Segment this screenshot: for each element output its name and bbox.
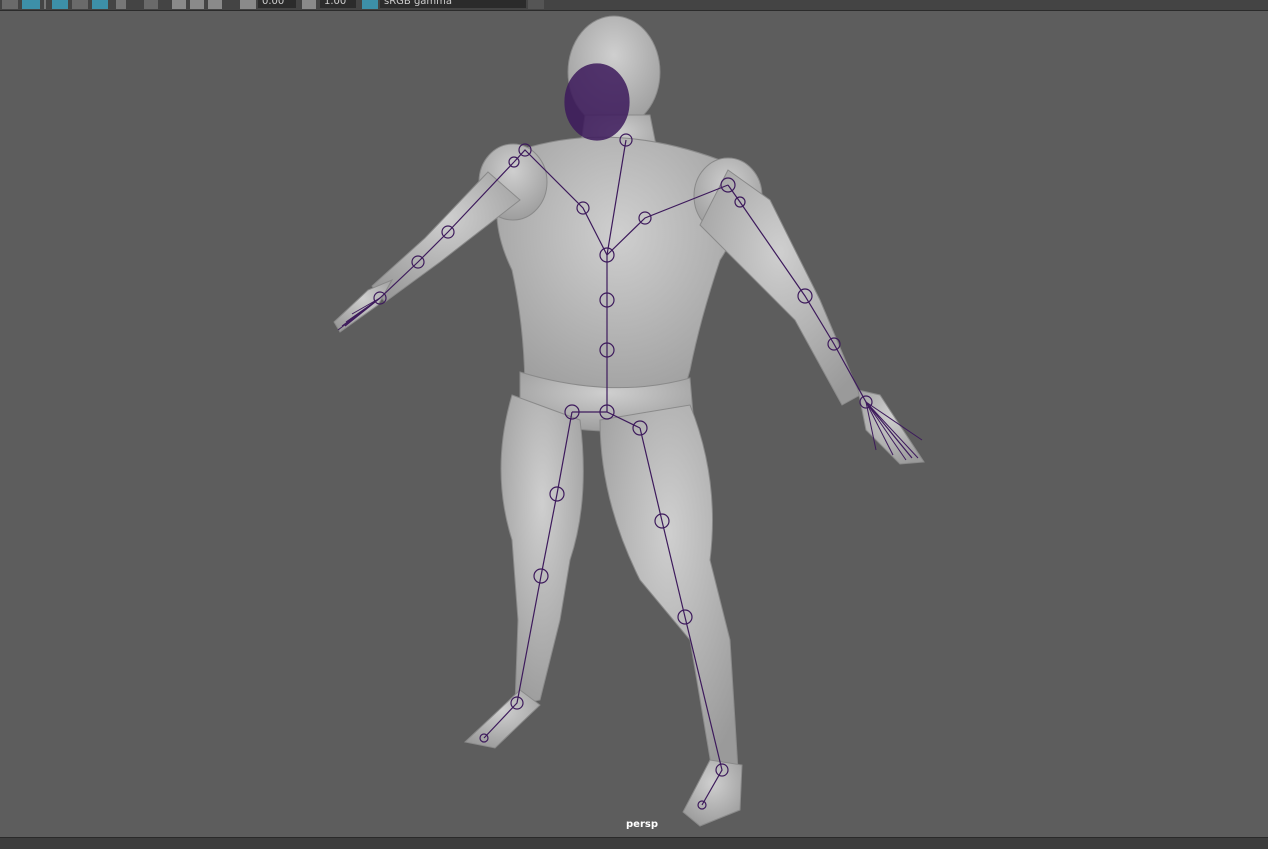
xray-icon[interactable] [208, 0, 222, 9]
exposure-icon[interactable] [240, 0, 256, 9]
right-hand-mesh [857, 389, 925, 465]
left-leg-mesh [500, 394, 584, 706]
camera-name-label: persp [626, 819, 658, 830]
right-foot-mesh [682, 759, 743, 827]
left-upper-arm-mesh [371, 171, 521, 303]
light-icon[interactable] [2, 0, 18, 9]
toolbar-divider [44, 0, 46, 9]
right-leg-mesh [599, 404, 739, 771]
scene [333, 15, 925, 827]
exposure-field[interactable]: 0.00 [258, 0, 296, 8]
bottom-bar [0, 837, 1268, 849]
viewport[interactable]: persp [0, 11, 1268, 837]
render-icon[interactable] [52, 0, 68, 9]
character-mesh[interactable] [333, 15, 925, 827]
color-space-dropdown[interactable]: sRGB gamma [380, 0, 526, 8]
panel-toolbar: 0.00 1.00 sRGB gamma [0, 0, 1268, 11]
right-arm-mesh [699, 169, 861, 406]
camera-display-icon[interactable] [22, 0, 40, 9]
texture-icon[interactable] [190, 0, 204, 9]
isolate-icon[interactable] [116, 0, 126, 9]
gamma-icon[interactable] [302, 0, 316, 9]
view-icon[interactable] [72, 0, 88, 9]
gamma-field[interactable]: 1.00 [320, 0, 356, 8]
grid-icon[interactable] [92, 0, 108, 9]
color-management-icon[interactable] [362, 0, 378, 9]
wireframe-icon[interactable] [144, 0, 158, 9]
face-joints-cluster [564, 63, 630, 141]
left-hand-mesh [333, 278, 394, 333]
dropdown-icon[interactable] [528, 0, 544, 9]
shaded-icon[interactable] [172, 0, 186, 9]
